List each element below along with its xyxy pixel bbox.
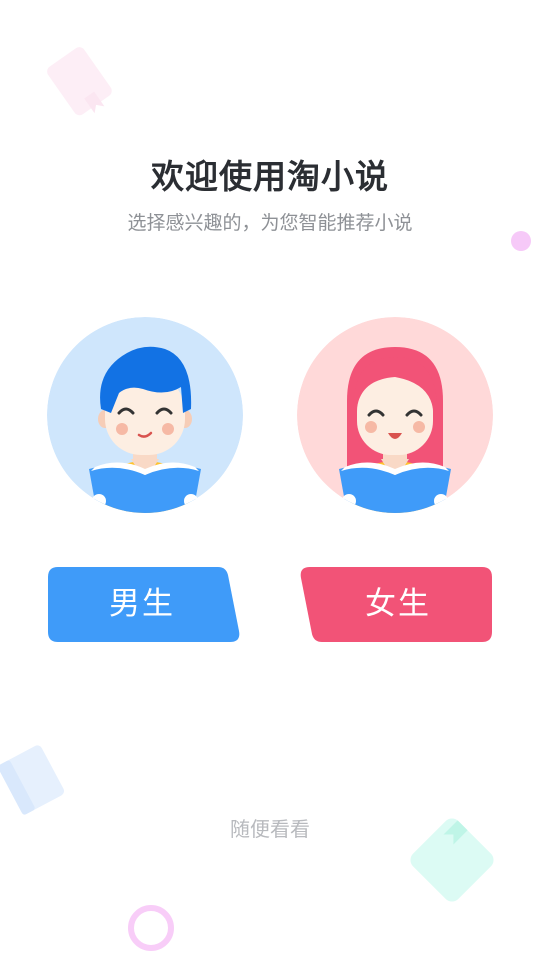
- book-decoration-icon: [0, 745, 64, 815]
- boy-reading-icon: [47, 317, 243, 513]
- female-avatar[interactable]: [297, 317, 493, 513]
- female-button[interactable]: 女生: [300, 567, 492, 642]
- male-button-label: 男生: [109, 586, 175, 622]
- page-title: 欢迎使用淘小说: [151, 157, 389, 196]
- book-decoration-icon: [47, 47, 112, 116]
- gender-select-screen: 欢迎使用淘小说 选择感兴趣的，为您智能推荐小说 男生 女生 随便看看: [0, 0, 540, 960]
- male-button[interactable]: 男生: [48, 567, 240, 642]
- girl-reading-icon: [297, 317, 493, 513]
- male-avatar[interactable]: [47, 317, 243, 513]
- page-subtitle: 选择感兴趣的，为您智能推荐小说: [127, 212, 413, 234]
- skip-link[interactable]: 随便看看: [0, 813, 540, 842]
- ring-decoration-icon: [128, 905, 174, 951]
- female-button-label: 女生: [365, 586, 431, 622]
